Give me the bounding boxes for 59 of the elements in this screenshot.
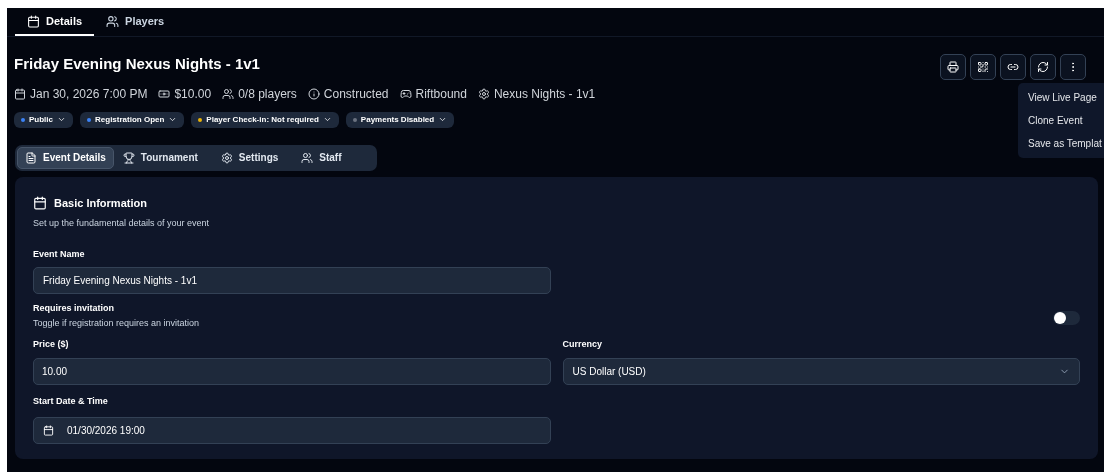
- start-date-field[interactable]: 01/30/2026 19:00: [33, 417, 551, 444]
- chevron-icon: [322, 115, 332, 124]
- calendar-icon: [27, 14, 40, 28]
- invitation-toggle[interactable]: [1053, 311, 1080, 325]
- field-hint: Toggle if registration requires an invitation: [33, 316, 200, 330]
- toolbar-button[interactable]: [970, 54, 996, 80]
- tab[interactable]: Details: [15, 8, 95, 36]
- menu-item[interactable]: Clone Event: [1018, 109, 1104, 132]
- meta-text: Riftbound: [415, 85, 467, 103]
- users-icon: [106, 14, 120, 28]
- meta-text: 0/8 players: [238, 85, 297, 103]
- status-dropdown[interactable]: Payments Disabled: [345, 111, 455, 128]
- status-dropdown[interactable]: Registration Open: [80, 111, 185, 128]
- settings-icon: [477, 87, 490, 100]
- chevron-icon: [438, 115, 448, 124]
- meta-text: $10.00: [174, 85, 212, 103]
- event-title: Friday Evening Nexus Nights - 1v1: [14, 54, 261, 74]
- field-label: Start Date & Time: [33, 394, 109, 408]
- section-tab[interactable]: Settings: [213, 146, 293, 169]
- toolbar-button[interactable]: [1000, 54, 1026, 80]
- field-label: Currency: [562, 338, 603, 351]
- users-icon: [222, 87, 235, 100]
- calendar-icon: [14, 87, 26, 100]
- status-dropdown[interactable]: Public: [14, 111, 73, 128]
- users-icon: [301, 151, 314, 164]
- section-tab[interactable]: Tournament: [115, 146, 212, 169]
- chevron-icon: [57, 115, 66, 124]
- section-tab[interactable]: Event Details: [17, 146, 114, 169]
- printer-icon: [947, 61, 959, 73]
- meta-text: Jan 30, 2026 7:00 PM: [30, 85, 148, 103]
- link-icon: [1007, 61, 1019, 73]
- trophy-icon: [122, 151, 135, 164]
- field-label: Event Name: [33, 247, 86, 261]
- document-icon: [25, 151, 37, 164]
- banknote-icon: [158, 87, 171, 100]
- meta-text: Nexus Nights - 1v1: [493, 85, 596, 103]
- calendar-icon: [43, 425, 54, 436]
- chevron-icon: [168, 115, 178, 124]
- status-dropdown[interactable]: Player Check-in: Not required: [191, 111, 339, 128]
- card-subtitle: Set up the fundamental details of your event: [33, 217, 211, 230]
- toolbar-button[interactable]: [940, 54, 966, 80]
- gamepad-icon: [399, 87, 412, 100]
- menu-item[interactable]: View Live Page: [1018, 86, 1104, 109]
- currency-select[interactable]: US Dollar (USD): [562, 357, 1080, 385]
- field-label: Requires invitation: [33, 302, 115, 315]
- event-name-field[interactable]: Friday Evening Nexus Nights - 1v1: [33, 267, 551, 294]
- qr-code-icon: [977, 61, 989, 73]
- field-label: Price ($): [33, 338, 70, 351]
- menu-item[interactable]: Save as Templat: [1018, 132, 1104, 155]
- info-icon: [307, 87, 320, 100]
- card-title: Basic Information: [54, 195, 147, 211]
- refresh-icon: [1037, 61, 1049, 73]
- tab[interactable]: Players: [94, 8, 177, 36]
- calendar-icon: [33, 195, 47, 210]
- section-tab[interactable]: Staff: [294, 146, 356, 169]
- price-field[interactable]: 10.00: [33, 357, 551, 385]
- meta-text: Constructed: [323, 85, 389, 103]
- settings-icon: [220, 151, 233, 164]
- toolbar-button[interactable]: [1030, 54, 1056, 80]
